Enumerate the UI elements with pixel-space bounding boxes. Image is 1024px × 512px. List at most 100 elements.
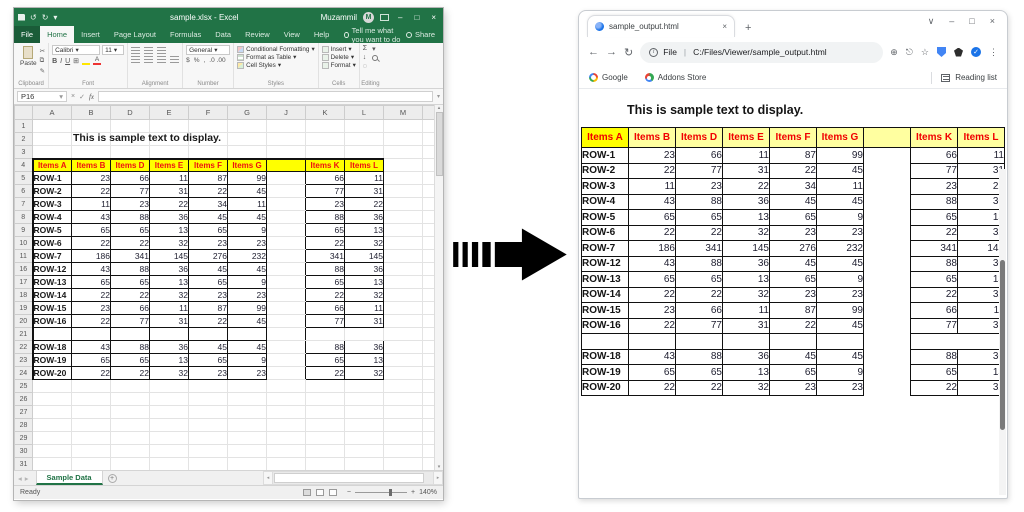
zoom-slider-thumb[interactable] [389,489,392,496]
column-header-G[interactable]: G [228,106,267,120]
grid-cell[interactable] [345,445,384,458]
grid-cell[interactable] [384,445,423,458]
grid-cell[interactable]: 88 [111,341,150,354]
grid-cell[interactable] [228,120,267,133]
grid-cell[interactable] [111,432,150,445]
grid-cell[interactable] [423,276,435,289]
normal-view-icon[interactable] [303,489,311,496]
grid-cell[interactable]: ROW-1 [33,172,72,185]
grid-cell[interactable]: 32 [345,289,384,302]
grid-cell[interactable] [423,198,435,211]
grid-cell[interactable] [384,354,423,367]
grid-cell[interactable] [267,315,306,328]
grid-cell[interactable] [306,120,345,133]
share-button[interactable]: Share [406,26,443,43]
fill-color-button[interactable] [82,57,90,65]
grid-cell[interactable] [189,458,228,471]
reload-icon[interactable]: ↻ [624,46,633,59]
insert-cells-button[interactable]: Insert▾ [322,46,356,53]
grid-cell[interactable]: 23 [228,289,267,302]
grid-cell[interactable] [189,393,228,406]
grid-cell[interactable]: 66 [111,172,150,185]
grid-cell[interactable] [384,276,423,289]
grid-cell[interactable]: 65 [72,354,111,367]
grid-cell[interactable] [267,276,306,289]
tab-search-icon[interactable]: ∨ [928,16,935,27]
grid-cell[interactable] [384,133,423,146]
copy-icon[interactable]: ⧉ [40,57,45,65]
grid-cell[interactable] [423,380,435,393]
paste-button[interactable]: Paste [17,45,40,80]
tab-close-icon[interactable]: × [722,22,727,31]
grid-cell[interactable] [111,406,150,419]
row-header-5[interactable]: 5 [15,172,33,185]
grid-cell[interactable] [72,432,111,445]
grid-cell[interactable]: Items L [345,159,384,172]
grid-cell[interactable] [267,211,306,224]
formula-input[interactable] [98,91,433,102]
grid-cell[interactable]: Items B [72,159,111,172]
grid-cell[interactable] [111,380,150,393]
grid-cell[interactable] [228,406,267,419]
horizontal-scroll-thumb[interactable] [274,473,424,483]
grid-cell[interactable] [33,406,72,419]
grid-cell[interactable] [150,432,189,445]
grid-cell[interactable]: 65 [111,276,150,289]
grid-cell[interactable] [33,120,72,133]
grid-cell[interactable] [72,406,111,419]
grid-cell[interactable]: 77 [111,315,150,328]
grid-cell[interactable]: 88 [306,211,345,224]
grid-cell[interactable]: 88 [111,211,150,224]
grid-cell[interactable]: Items E [150,159,189,172]
vertical-scrollbar[interactable]: ▴ ▾ [434,105,443,470]
row-header-10[interactable]: 10 [15,237,33,250]
grid-cell[interactable]: 45 [228,211,267,224]
grid-cell[interactable]: 77 [306,315,345,328]
grid-cell[interactable]: 31 [345,315,384,328]
grid-cell[interactable] [423,237,435,250]
extension-shield-icon[interactable] [937,47,946,57]
grid-cell[interactable]: ROW-4 [33,211,72,224]
grid-cell[interactable]: 22 [72,315,111,328]
grid-cell[interactable]: 22 [345,198,384,211]
conditional-formatting-button[interactable]: Conditional Formatting▾ [237,46,315,53]
grid-cell[interactable]: 65 [72,276,111,289]
grid-cell[interactable] [384,367,423,380]
grid-cell[interactable] [228,393,267,406]
grid-cell[interactable]: ROW-18 [33,341,72,354]
page-break-view-icon[interactable] [329,489,337,496]
column-header-E[interactable]: E [150,106,189,120]
ribbon-tab-insert[interactable]: Insert [74,26,107,43]
grid-cell[interactable]: ROW-2 [33,185,72,198]
tell-me-box[interactable]: Tell me what you want to do [344,26,406,43]
column-header-K[interactable]: K [306,106,345,120]
grid-cell[interactable]: ROW-16 [33,315,72,328]
avatar[interactable]: M [363,12,374,23]
currency-icon[interactable]: $ [186,57,190,64]
grid-cell[interactable]: 65 [306,276,345,289]
grid-cell[interactable]: 22 [72,289,111,302]
grid-cell[interactable]: 23 [306,198,345,211]
cut-icon[interactable]: ✂ [40,47,45,55]
zoom-page-icon[interactable]: ⊕ [890,47,898,58]
row-header-17[interactable]: 17 [15,276,33,289]
grid-cell[interactable] [72,146,111,159]
number-format-select[interactable]: General▾ [186,45,230,55]
share-page-icon[interactable]: ⎋ [906,47,913,58]
font-name-select[interactable]: Calibri▾ [52,45,100,55]
grid-cell[interactable]: 65 [111,354,150,367]
grid-cell[interactable] [33,393,72,406]
grid-cell[interactable]: 99 [228,302,267,315]
grid-cell[interactable] [384,393,423,406]
grid-cell[interactable]: 43 [72,263,111,276]
row-header-1[interactable]: 1 [15,120,33,133]
grid-cell[interactable]: 36 [150,211,189,224]
grid-cell[interactable]: 23 [189,237,228,250]
align-left-icon[interactable] [131,56,140,63]
grid-cell[interactable]: 36 [150,263,189,276]
grid-cell[interactable] [111,393,150,406]
zoom-in-icon[interactable]: + [411,489,415,496]
grid-cell[interactable] [150,419,189,432]
grid-cell[interactable] [423,419,435,432]
user-name[interactable]: Muzammil [321,13,357,22]
